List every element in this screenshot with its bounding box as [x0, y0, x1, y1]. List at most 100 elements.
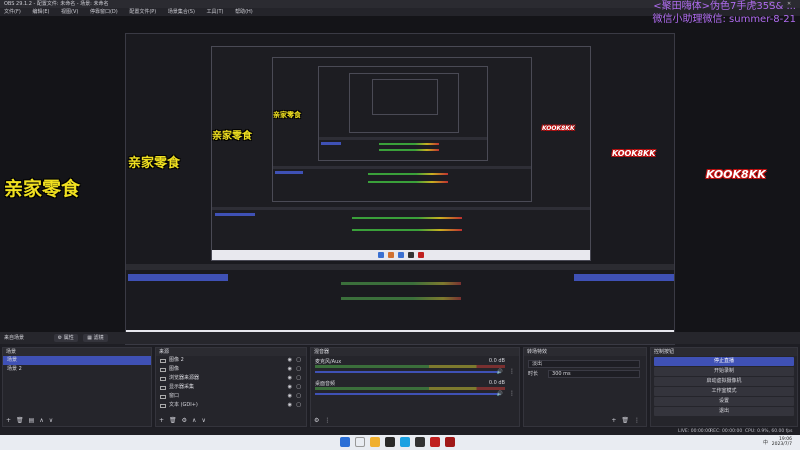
obs-icon[interactable]: [415, 437, 425, 447]
language-indicator[interactable]: 中: [763, 439, 768, 446]
transition-duration-row: 时长 300 ms: [524, 369, 646, 379]
stop-streaming-button[interactable]: 停止直播: [654, 357, 794, 366]
source-item[interactable]: 浏览器来源器 ◉ ▢: [156, 374, 306, 383]
channel-db: 0.0 dB: [488, 380, 505, 386]
lock-icon[interactable]: ▢: [296, 401, 301, 410]
source-item[interactable]: 文本 (GDI+) ◉ ▢: [156, 401, 306, 410]
transitions-dock: 转场特效 淡出 时长 300 ms + 🗑 ⋮: [523, 347, 647, 427]
add-icon[interactable]: +: [159, 417, 164, 424]
arrow-down-icon[interactable]: ∨: [49, 417, 53, 424]
controls-title: 控制按钮: [651, 348, 797, 356]
clock[interactable]: 19:06 2023/7/7: [772, 437, 792, 447]
studio-mode-button[interactable]: 工作室模式: [654, 387, 794, 396]
eye-icon[interactable]: ◉: [288, 383, 292, 392]
volume-meter: [315, 365, 505, 368]
duration-input[interactable]: 300 ms: [548, 370, 640, 378]
folder-icon[interactable]: [370, 437, 380, 447]
menu-tools[interactable]: 工具(T): [207, 9, 224, 15]
app-icon[interactable]: [430, 437, 440, 447]
steam-icon[interactable]: [385, 437, 395, 447]
more-icon[interactable]: ⋮: [324, 417, 330, 424]
lock-icon[interactable]: ▢: [296, 392, 301, 401]
filter-icon[interactable]: ▤: [29, 417, 35, 424]
arrow-up-icon[interactable]: ∧: [192, 417, 196, 424]
gear-icon[interactable]: ⚙: [314, 417, 319, 424]
speaker-icon[interactable]: 🔊: [497, 391, 503, 397]
app-icon[interactable]: [445, 437, 455, 447]
volume-slider[interactable]: [315, 371, 499, 373]
menu-profile[interactable]: 配置文件(P): [129, 9, 156, 15]
start-icon[interactable]: [340, 437, 350, 447]
source-item[interactable]: 图像 ◉ ▢: [156, 365, 306, 374]
trash-icon[interactable]: 🗑: [621, 417, 629, 424]
speaker-icon[interactable]: 🔊: [497, 369, 503, 375]
lock-icon[interactable]: ▢: [296, 374, 301, 383]
channel-name: 麦克风/Aux: [315, 359, 342, 365]
brand-text-tiny: 亲家零食: [273, 111, 301, 119]
nested-preview-5: [372, 79, 438, 115]
scenes-dock: 场景 场景 场景 2 + 🗑 ▤ ∧ ∨: [2, 347, 152, 427]
lock-icon[interactable]: ▢: [296, 356, 301, 365]
settings-button[interactable]: 设置: [654, 397, 794, 406]
lock-icon[interactable]: ▢: [296, 365, 301, 374]
filters-button[interactable]: ▦ 滤镜: [83, 334, 108, 342]
trash-icon[interactable]: 🗑: [169, 417, 177, 424]
transition-select-row: 淡出: [524, 359, 646, 369]
eye-icon[interactable]: ◉: [288, 401, 292, 410]
menu-scene-collection[interactable]: 场景集合(S): [168, 9, 195, 15]
status-bar: LIVE: 00:00:00 REC: 00:00:00 CPU: 0.9%, …: [0, 428, 800, 435]
transition-type-select[interactable]: 淡出: [528, 360, 640, 368]
add-icon[interactable]: +: [6, 417, 11, 424]
gear-icon[interactable]: ⚙: [182, 417, 187, 424]
eye-icon[interactable]: ◉: [288, 392, 292, 401]
eye-icon[interactable]: ◉: [288, 374, 292, 383]
trash-icon[interactable]: 🗑: [16, 417, 24, 424]
scenes-footer: + 🗑 ▤ ∧ ∨: [3, 415, 151, 426]
more-icon[interactable]: ⋮: [509, 390, 515, 397]
nested-preview-4: [349, 73, 459, 133]
menu-view[interactable]: 视图(V): [61, 9, 78, 15]
properties-button[interactable]: ⚙ 属性: [53, 334, 78, 342]
current-source-label: 来自场景: [4, 335, 25, 341]
brand-text-mid: 亲家零食: [128, 156, 181, 171]
image-icon: [160, 358, 166, 363]
volume-meter: [315, 387, 505, 390]
eye-icon[interactable]: ◉: [288, 356, 292, 365]
preview-area[interactable]: 亲家零食 KOOK8KK 亲家零食 KOOK8KK 亲家零食 KOOK8KK 亲…: [0, 16, 800, 345]
scene-item[interactable]: 场景: [3, 356, 151, 365]
eye-icon[interactable]: ◉: [288, 365, 292, 374]
source-item[interactable]: 显示器采集 ◉ ▢: [156, 383, 306, 392]
virtual-camera-button[interactable]: 启动虚拟摄像机: [654, 377, 794, 386]
browser-icon: [160, 376, 166, 381]
cpu-status: CPU: 0.9%, 60.00 fps: [745, 429, 793, 434]
menu-file[interactable]: 文件(F): [4, 9, 21, 15]
channel-name: 桌面音频: [315, 381, 336, 387]
mixer-footer: ⚙ ⋮: [311, 415, 519, 426]
more-icon[interactable]: ⋮: [509, 368, 515, 375]
controls-dock: 控制按钮 停止直播 开始录制 启动虚拟摄像机 工作室模式 设置 退出: [650, 347, 798, 427]
start-recording-button[interactable]: 开始录制: [654, 367, 794, 376]
menu-edit[interactable]: 编辑(E): [32, 9, 49, 15]
source-item[interactable]: 图像 2 ◉ ▢: [156, 356, 306, 365]
search-icon[interactable]: [355, 437, 365, 447]
rec-status: REC: 00:00:00: [710, 429, 743, 434]
source-item[interactable]: 窗口 ◉ ▢: [156, 392, 306, 401]
exit-button[interactable]: 退出: [654, 407, 794, 416]
preview-canvas[interactable]: 亲家零食 KOOK8KK 亲家零食 KOOK8KK 亲家零食: [125, 33, 675, 345]
brand-logo-mid: KOOK8KK: [612, 149, 656, 158]
scene-item[interactable]: 场景 2: [3, 365, 151, 374]
menu-docks[interactable]: 停靠窗口(D): [90, 9, 118, 15]
menu-help[interactable]: 帮助(H): [235, 9, 253, 15]
arrow-up-icon[interactable]: ∧: [39, 417, 43, 424]
arrow-down-icon[interactable]: ∨: [201, 417, 205, 424]
lock-icon[interactable]: ▢: [296, 383, 301, 392]
edge-icon[interactable]: [400, 437, 410, 447]
image-icon: [160, 367, 166, 372]
add-icon[interactable]: +: [611, 417, 616, 424]
volume-slider[interactable]: [315, 393, 499, 395]
channel-db: 0.0 dB: [488, 358, 505, 364]
more-icon[interactable]: ⋮: [634, 417, 640, 424]
brand-text-large: 亲家零食: [4, 178, 81, 200]
live-status: LIVE: 00:00:00: [678, 429, 711, 434]
mixer-channel-mic: 麦克风/Aux 0.0 dB 🔊 ⋮: [311, 356, 519, 378]
